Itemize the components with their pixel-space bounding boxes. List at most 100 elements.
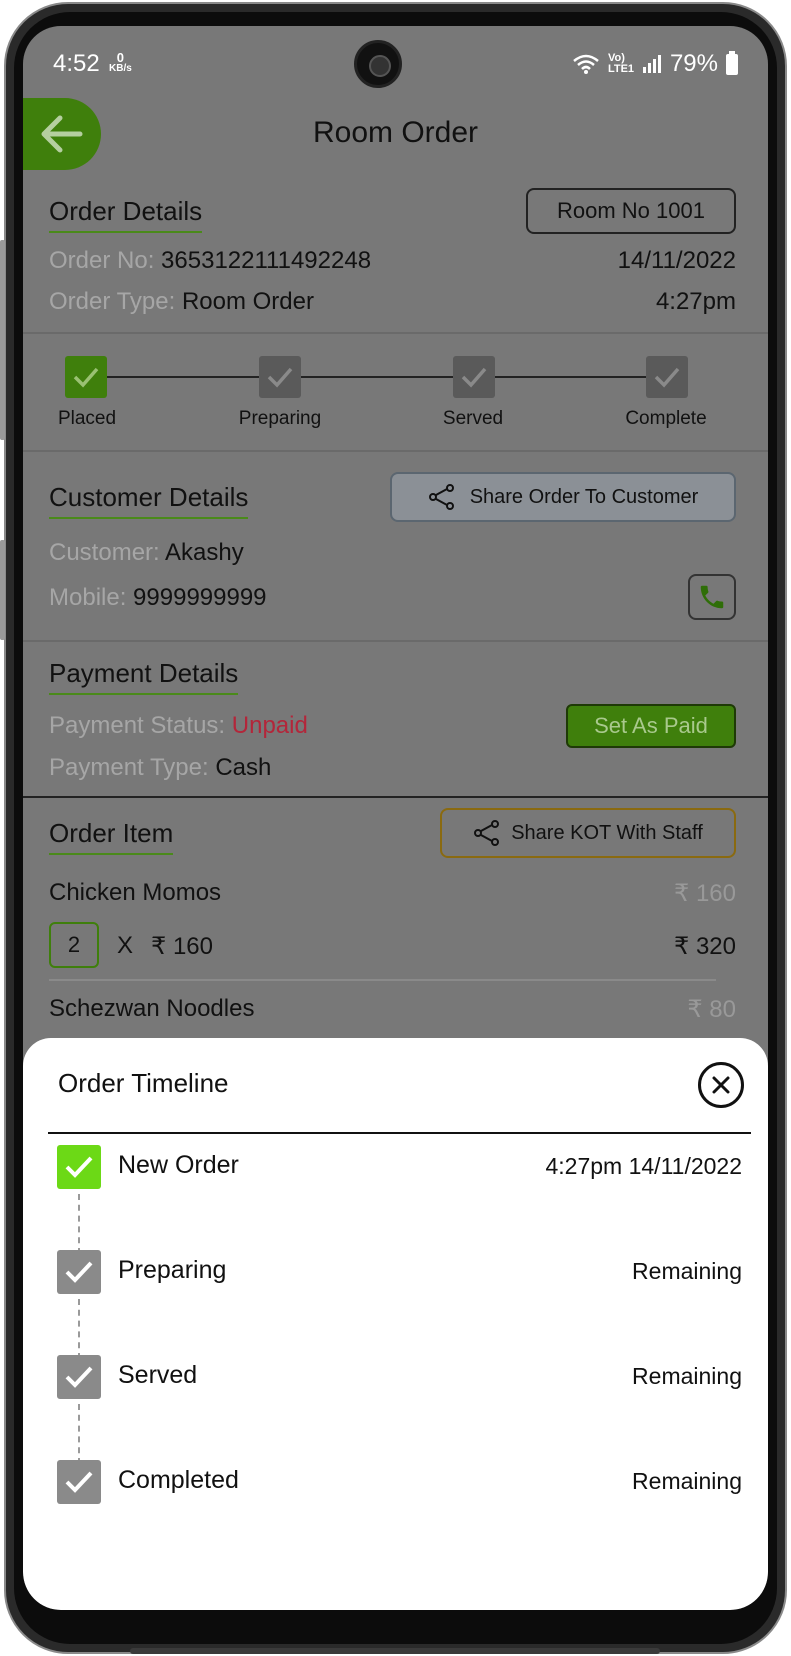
order-item-title: Order Item [49, 818, 174, 855]
payment-type: Cash [215, 754, 272, 781]
order-details-title: Order Details [49, 196, 203, 233]
timeline-connector [78, 1299, 80, 1359]
order-type-row: Order Type: Room Order [49, 288, 314, 316]
customer-row: Customer: Akashy [49, 539, 244, 567]
item-unit-price: ₹ 80 [687, 996, 736, 1023]
status-bar: 4:52 0 KB/s Vo) LTE1 79% [23, 26, 768, 104]
close-button[interactable] [698, 1062, 744, 1108]
timeline-status: Remaining [632, 1468, 742, 1494]
item-line-price: ₹ 160 [151, 933, 213, 960]
signal-icon [642, 55, 661, 73]
payment-status: Unpaid [231, 712, 308, 739]
order-number-row: Order No: 3653122111492248 [49, 247, 371, 275]
share-icon [474, 820, 500, 846]
app-screen: 4:52 0 KB/s Vo) LTE1 79% Room Order Order… [23, 26, 768, 1610]
share-kot-button[interactable]: Share KOT With Staff [440, 808, 736, 858]
item-divider [49, 979, 716, 981]
check-icon [65, 1261, 93, 1283]
timeline-label: New Order [118, 1151, 239, 1179]
home-indicator [130, 1648, 660, 1654]
payment-type-row: Payment Type: Cash [49, 754, 271, 782]
power-button [0, 540, 5, 640]
timeline-connector [78, 1194, 80, 1254]
order-number-label: Order No: [49, 247, 155, 274]
section-divider [23, 332, 768, 334]
check-icon [267, 367, 293, 388]
section-divider [23, 796, 768, 798]
timeline-check-served [57, 1355, 101, 1399]
timeline-check-preparing [57, 1250, 101, 1294]
item-name: Chicken Momos [49, 879, 222, 906]
share-order-label: Share Order To Customer [469, 485, 699, 508]
timeline-status: Remaining [632, 1258, 742, 1284]
order-date: 14/11/2022 [617, 247, 736, 274]
section-divider [23, 640, 768, 642]
timeline-check-completed [57, 1460, 101, 1504]
front-camera [354, 40, 402, 88]
step-label: Placed [57, 408, 117, 429]
item-name: Schezwan Noodles [49, 995, 255, 1022]
step-preparing-check [259, 356, 301, 398]
status-icons: Vo) LTE1 79% [572, 50, 738, 78]
timeline-divider [48, 1132, 751, 1134]
timeline-label: Served [118, 1361, 198, 1389]
payment-type-label: Payment Type: [49, 754, 209, 781]
order-time: 4:27pm [655, 288, 736, 315]
share-order-button[interactable]: Share Order To Customer [390, 472, 736, 522]
payment-status-label: Payment Status: [49, 712, 226, 739]
customer-label: Customer: [49, 539, 160, 566]
item-unit-price: ₹ 160 [674, 880, 736, 907]
close-icon [712, 1076, 730, 1094]
quantity-multiplier: X [117, 932, 134, 959]
order-number: 3653122111492248 [161, 247, 372, 274]
share-icon [428, 484, 454, 510]
step-label: Complete [625, 408, 707, 429]
timeline-title: Order Timeline [58, 1068, 229, 1098]
battery-icon [726, 50, 738, 75]
timeline-status: 4:27pm 14/11/2022 [545, 1153, 742, 1179]
timeline-label: Completed [118, 1466, 239, 1494]
check-icon [654, 367, 680, 388]
timeline-status: Remaining [632, 1363, 742, 1389]
network-speed-unit: KB/s [109, 63, 132, 74]
step-complete-check [646, 356, 688, 398]
timeline-label: Preparing [118, 1256, 227, 1284]
mobile-row: Mobile: 9999999999 [49, 584, 267, 612]
order-type-label: Order Type: [49, 288, 176, 315]
timeline-check-new-order [57, 1145, 101, 1189]
app-header: Room Order [23, 96, 768, 176]
section-divider [23, 450, 768, 452]
step-label: Served [442, 408, 504, 429]
step-placed-check [65, 356, 107, 398]
phone-icon [700, 585, 724, 609]
share-kot-label: Share KOT With Staff [511, 821, 703, 844]
wifi-icon [573, 54, 599, 74]
volume-button [0, 240, 5, 440]
quantity-box[interactable]: 2 [49, 922, 99, 968]
battery-percent: 79% [669, 50, 718, 77]
item-total: ₹ 320 [674, 933, 736, 960]
timeline-connector [78, 1404, 80, 1464]
check-icon [65, 1366, 93, 1388]
check-icon [73, 367, 99, 388]
check-icon [65, 1156, 93, 1178]
payment-status-row: Payment Status: Unpaid [49, 712, 308, 740]
customer-name: Akashy [165, 539, 244, 566]
check-icon [65, 1471, 93, 1493]
mobile-number: 9999999999 [133, 584, 267, 611]
order-type: Room Order [181, 288, 314, 315]
page-title: Room Order [312, 116, 479, 149]
network-type: Vo) LTE1 [607, 52, 635, 75]
customer-details-title: Customer Details [49, 482, 249, 519]
payment-details-title: Payment Details [49, 658, 239, 695]
step-served-check [453, 356, 495, 398]
network-speed: 0 KB/s [109, 51, 132, 74]
status-time: 4:52 [53, 50, 100, 77]
room-number-badge: Room No 1001 [526, 188, 736, 234]
call-button[interactable] [688, 574, 736, 620]
set-as-paid-button[interactable]: Set As Paid [566, 704, 736, 748]
progress-line [87, 376, 669, 378]
order-timeline-sheet: Order Timeline New Order 4:27pm 14/11/20… [23, 1038, 768, 1610]
step-label: Preparing [238, 408, 322, 429]
mobile-label: Mobile: [49, 584, 127, 611]
